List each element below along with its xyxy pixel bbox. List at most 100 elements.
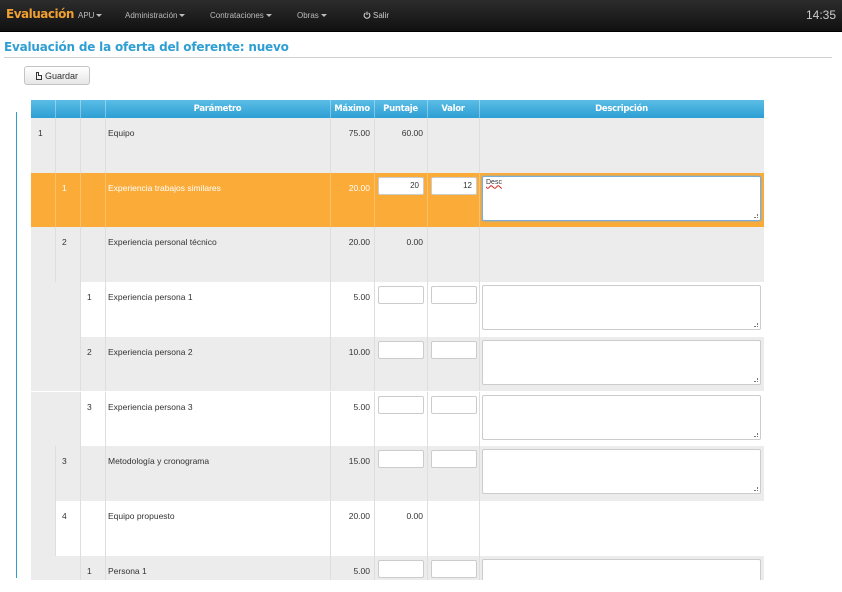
row-number: 1 bbox=[38, 128, 43, 138]
column-separator bbox=[374, 391, 375, 447]
valor-input[interactable] bbox=[431, 286, 477, 305]
row-number: 4 bbox=[62, 510, 67, 521]
column-separator bbox=[374, 282, 375, 337]
menu-administracion-label: Administración bbox=[125, 11, 178, 20]
puntaje-input[interactable] bbox=[378, 340, 424, 359]
column-separator bbox=[479, 336, 480, 392]
puntaje-input[interactable] bbox=[378, 395, 424, 414]
logout-link[interactable]: Salir bbox=[363, 11, 389, 20]
table-row: 1 Persona 1 5.00 bbox=[31, 555, 764, 580]
column-separator bbox=[479, 282, 480, 337]
parameter-name: Experiencia trabajos similares bbox=[108, 182, 221, 193]
column-separator bbox=[80, 446, 81, 501]
max-value: 15.00 bbox=[348, 456, 370, 467]
resize-grip-icon bbox=[754, 487, 758, 492]
valor-input[interactable] bbox=[431, 450, 477, 469]
description-textarea[interactable]: Desc bbox=[482, 175, 761, 221]
description-textarea[interactable] bbox=[482, 339, 761, 385]
power-icon bbox=[363, 11, 371, 19]
column-separator bbox=[330, 555, 331, 580]
table-row: 2 Experiencia persona 2 10.00 bbox=[31, 336, 764, 392]
puntaje-input[interactable] bbox=[378, 559, 424, 578]
save-button[interactable]: Guardar bbox=[24, 66, 90, 85]
column-separator bbox=[105, 446, 106, 501]
resize-grip-icon bbox=[754, 377, 758, 382]
max-value: 5.00 bbox=[353, 292, 370, 303]
menu-contrataciones[interactable]: Contrataciones bbox=[210, 11, 272, 20]
column-separator bbox=[105, 336, 106, 392]
resize-grip-icon bbox=[754, 213, 758, 218]
row-number: 1 bbox=[87, 292, 92, 303]
puntaje-input[interactable] bbox=[378, 286, 424, 305]
menu-obras[interactable]: Obras bbox=[297, 11, 327, 20]
menu-administracion[interactable]: Administración bbox=[125, 11, 186, 20]
table-row: 1 Equipo 75.00 60.00 bbox=[31, 118, 764, 173]
column-separator bbox=[105, 227, 106, 283]
valor-input[interactable]: 12 bbox=[431, 176, 477, 195]
column-separator bbox=[55, 227, 56, 283]
column-separator bbox=[374, 227, 375, 283]
column-separator bbox=[330, 172, 331, 228]
max-value: 20.00 bbox=[348, 510, 370, 521]
menu-contrataciones-label: Contrataciones bbox=[210, 11, 264, 20]
description-textarea[interactable] bbox=[482, 394, 761, 440]
column-separator bbox=[80, 500, 81, 556]
column-separator bbox=[105, 500, 106, 556]
row-background bbox=[31, 118, 764, 173]
table-header: Parámetro Máximo Puntaje Valor Descripci… bbox=[31, 100, 764, 118]
header-descripcion: Descripción bbox=[595, 104, 648, 114]
row-background bbox=[55, 227, 764, 283]
description-textarea[interactable] bbox=[482, 285, 761, 331]
column-separator bbox=[374, 446, 375, 501]
valor-input[interactable] bbox=[431, 559, 477, 578]
brand-logo[interactable]: Evaluación bbox=[6, 7, 74, 21]
column-separator bbox=[105, 555, 106, 580]
puntaje-value: 0.00 bbox=[406, 237, 423, 248]
max-value: 5.00 bbox=[353, 565, 370, 576]
column-separator bbox=[427, 172, 428, 228]
menu-apu-label: APU bbox=[78, 11, 95, 20]
header-parametro: Parámetro bbox=[193, 104, 242, 114]
valor-input[interactable] bbox=[431, 395, 477, 414]
column-separator bbox=[80, 227, 81, 283]
save-button-label: Guardar bbox=[44, 70, 79, 81]
row-indent bbox=[31, 555, 80, 580]
row-number: 2 bbox=[62, 237, 67, 248]
column-separator bbox=[80, 282, 81, 337]
valor-input[interactable] bbox=[431, 340, 477, 359]
puntaje-value: 60.00 bbox=[401, 128, 423, 138]
parameter-name: Experiencia persona 3 bbox=[108, 401, 193, 412]
column-separator bbox=[80, 118, 81, 173]
puntaje-input[interactable]: 20 bbox=[378, 176, 424, 195]
row-indent bbox=[31, 227, 55, 283]
menu-apu[interactable]: APU bbox=[78, 11, 103, 20]
description-textarea[interactable] bbox=[482, 558, 761, 580]
logout-label: Salir bbox=[373, 11, 390, 20]
table-row: 4 Equipo propuesto 20.00 0.00 bbox=[31, 500, 764, 556]
row-number: 1 bbox=[62, 182, 67, 193]
column-separator bbox=[330, 227, 331, 283]
max-value: 10.00 bbox=[348, 346, 370, 357]
puntaje-input[interactable] bbox=[378, 450, 424, 469]
row-background bbox=[55, 500, 764, 556]
caret-down-icon bbox=[265, 14, 272, 18]
puntaje-value: 0.00 bbox=[406, 510, 423, 521]
row-indent bbox=[31, 500, 55, 556]
column-separator bbox=[105, 172, 106, 228]
resize-grip-icon bbox=[754, 323, 758, 328]
row-indent bbox=[31, 391, 80, 447]
column-separator bbox=[55, 118, 56, 173]
column-separator bbox=[330, 282, 331, 337]
row-indent bbox=[31, 336, 80, 392]
caret-down-icon bbox=[179, 14, 186, 18]
row-number: 1 bbox=[87, 565, 92, 576]
column-separator bbox=[330, 118, 331, 173]
column-separator bbox=[479, 391, 480, 447]
column-separator bbox=[80, 391, 81, 447]
description-textarea[interactable] bbox=[482, 449, 761, 495]
header-maximo: Máximo bbox=[334, 104, 370, 114]
column-separator bbox=[374, 555, 375, 580]
column-separator bbox=[330, 446, 331, 501]
parameter-name: Experiencia persona 2 bbox=[108, 346, 193, 357]
resize-grip-icon bbox=[754, 432, 758, 437]
